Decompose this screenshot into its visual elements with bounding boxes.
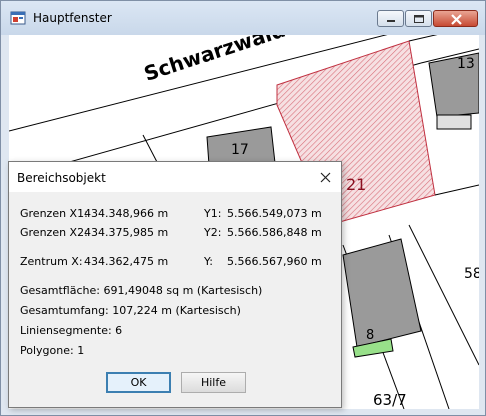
zentrum-x-value: 434.362,475 m [84, 255, 169, 268]
liniensegmente-text: Liniensegmente: 6 [20, 324, 123, 337]
grenzen-x1-label: Grenzen X1: [20, 207, 88, 220]
dialog-title-bar[interactable]: Bereichsobjekt [9, 162, 341, 192]
dialog-close-icon [320, 172, 331, 183]
title-bar[interactable]: Hauptfenster [1, 1, 485, 35]
dialog-body: Grenzen X1: 434.348,966 m Y1: 5.566.549,… [9, 192, 341, 407]
maximize-icon [414, 15, 424, 23]
app-icon [10, 11, 26, 25]
y2-label: Y2: [204, 226, 222, 239]
y2-value: 5.566.586,848 m [227, 226, 322, 239]
gesamtumfang-text: Gesamtumfang: 107,224 m (Kartesisch) [20, 304, 241, 317]
y1-label: Y1: [204, 207, 222, 220]
grenzen-x2-label: Grenzen X2: [20, 226, 88, 239]
building-8[interactable] [342, 238, 422, 348]
close-button[interactable] [433, 10, 478, 27]
map-label-8: 8 [366, 328, 375, 343]
minimize-button[interactable] [377, 10, 404, 27]
map-label-63-7: 63/7 [373, 391, 407, 409]
grenzen-x2-value: 434.375,985 m [84, 226, 169, 239]
window-title: Hauptfenster [33, 11, 112, 25]
dialog-close-button[interactable] [315, 167, 337, 189]
help-button[interactable]: Hilfe [181, 372, 246, 393]
ok-button[interactable]: OK [106, 372, 171, 393]
y-label: Y: [204, 255, 213, 268]
minimize-icon [387, 20, 395, 22]
zentrum-x-label: Zentrum X: [20, 255, 83, 268]
bereichsobjekt-dialog: Bereichsobjekt Grenzen X1: 434.348,966 m… [8, 161, 342, 408]
y-value: 5.566.567,960 m [227, 255, 322, 268]
map-label-13: 13 [457, 56, 475, 72]
grenzen-x1-value: 434.348,966 m [84, 207, 169, 220]
map-label-58: 58 [464, 266, 479, 282]
maximize-button[interactable] [405, 10, 432, 27]
y1-value: 5.566.549,073 m [227, 207, 322, 220]
dialog-title: Bereichsobjekt [17, 171, 106, 185]
polygone-text: Polygone: 1 [20, 344, 85, 357]
map-label-17: 17 [231, 142, 249, 158]
gesamtflaeche-text: Gesamtfläche: 691,49048 sq m (Kartesisch… [20, 284, 263, 297]
map-label-21: 21 [346, 175, 367, 194]
close-icon [451, 14, 462, 25]
